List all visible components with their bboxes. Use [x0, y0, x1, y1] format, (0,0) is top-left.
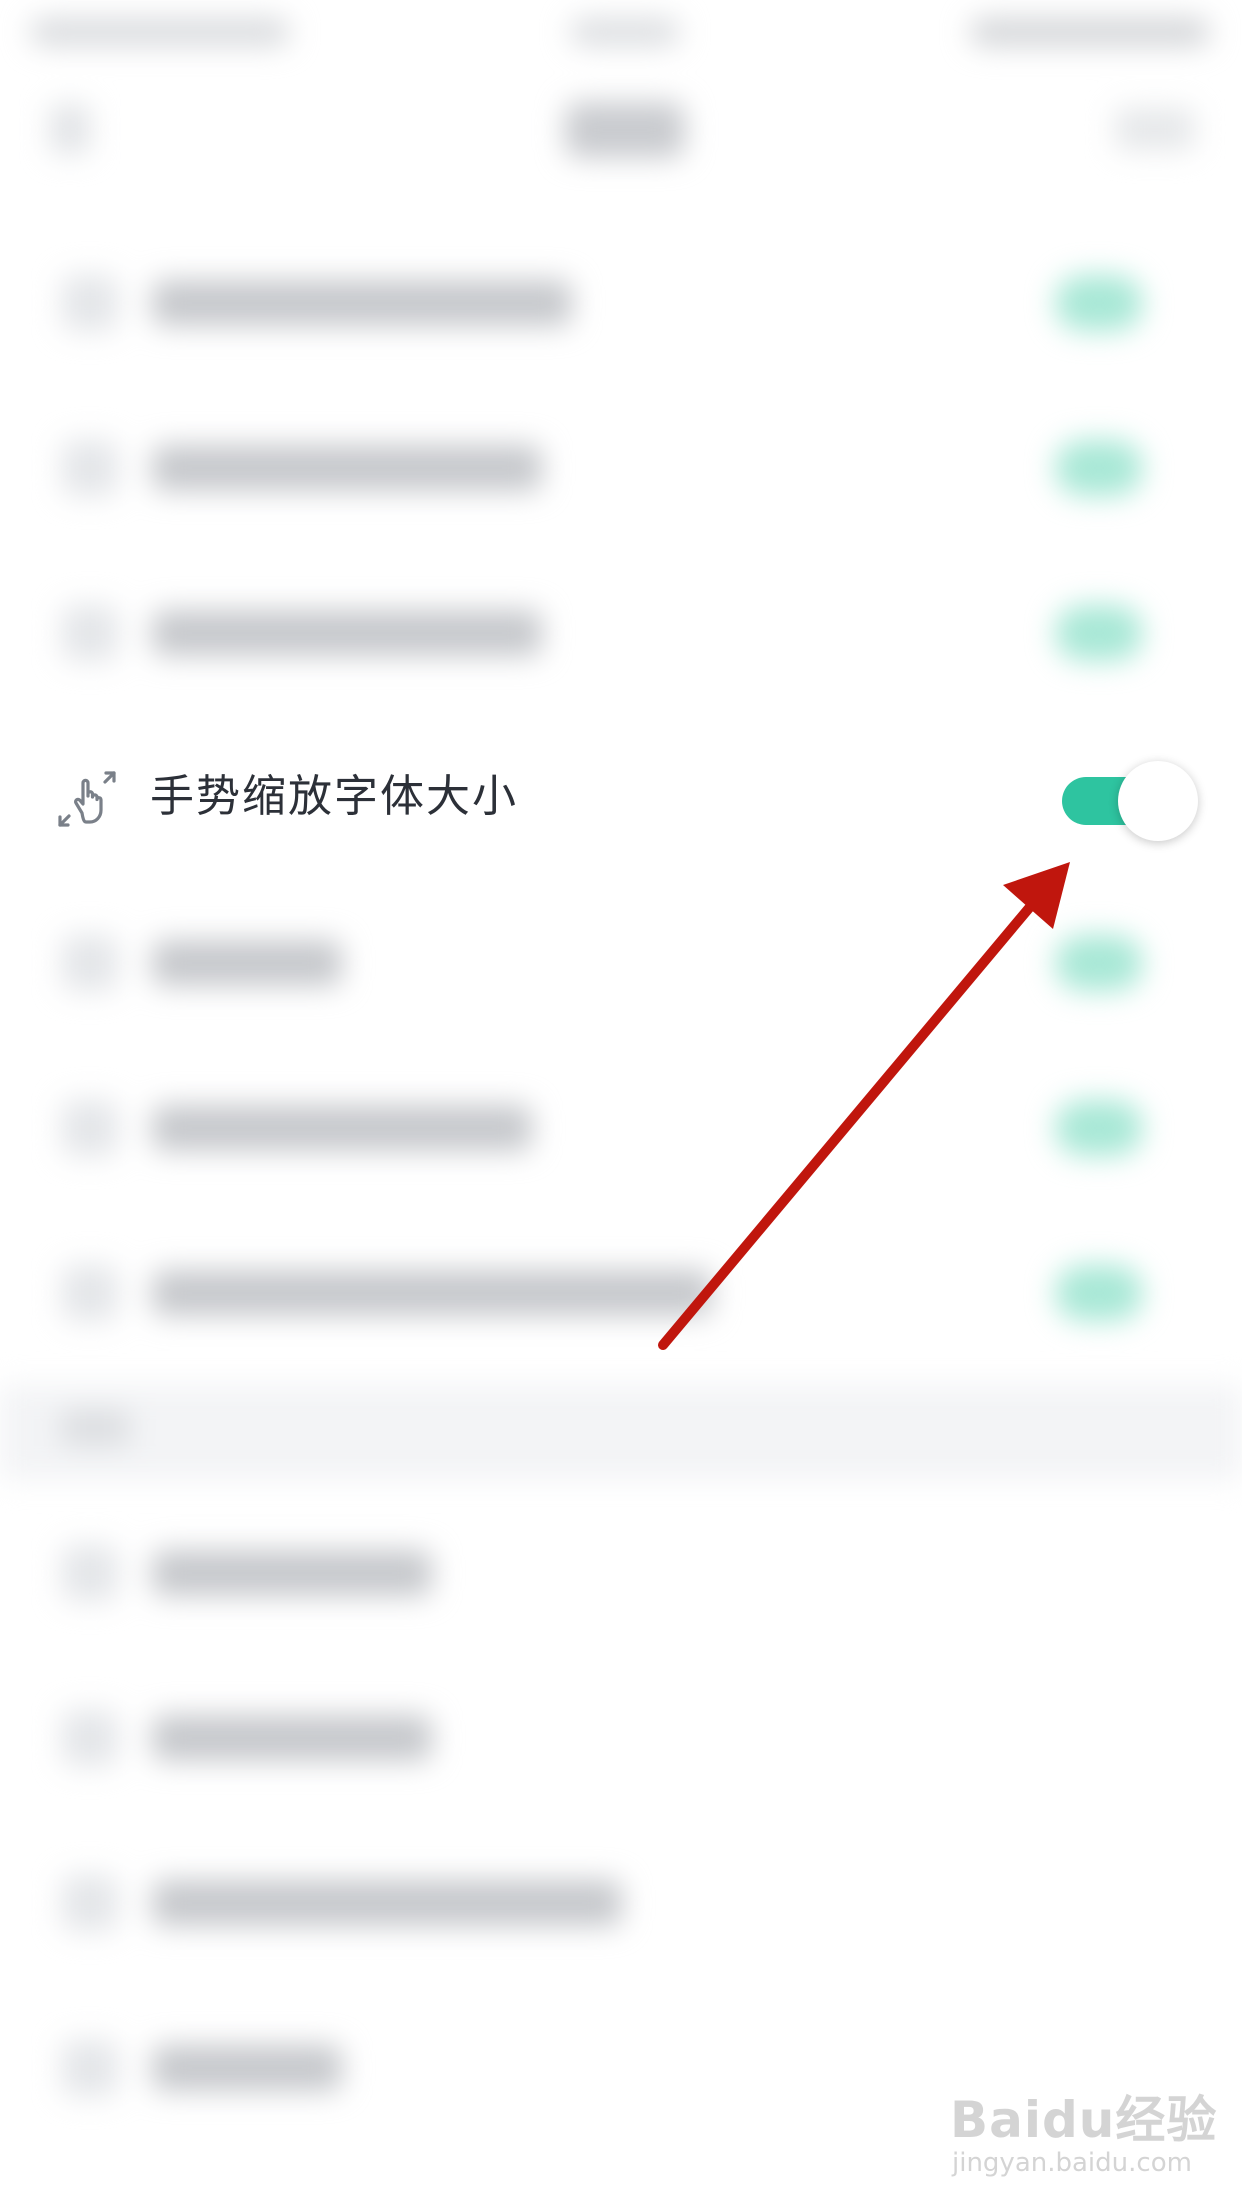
row-icon-blur	[62, 1100, 118, 1156]
watermark-url: jingyan.baidu.com	[952, 2148, 1192, 2178]
settings-row-blurred[interactable]	[0, 385, 1242, 550]
row-label-blur	[152, 610, 542, 656]
row-label-blur	[152, 1880, 622, 1926]
toggle-blur[interactable]	[1055, 935, 1143, 991]
row-icon-blur	[62, 1545, 118, 1601]
annotation-arrow	[658, 862, 1070, 1350]
status-bar	[0, 0, 1242, 64]
section-header-blur	[60, 1410, 130, 1446]
row-label-blur	[152, 280, 572, 326]
row-label-blur	[152, 1550, 432, 1596]
toggle-blur[interactable]	[1055, 275, 1143, 331]
settings-row-blurred[interactable]	[0, 1495, 1242, 1660]
status-bar-left-blur	[30, 18, 290, 46]
annotation-arrow-shaft	[658, 890, 1045, 1350]
toggle-blur[interactable]	[1055, 1265, 1143, 1321]
toggle-knob[interactable]	[1118, 761, 1198, 841]
toggle-blur[interactable]	[1055, 1100, 1143, 1156]
row-label-blur	[152, 1715, 432, 1761]
baidu-jingyan-watermark: Baidu经验 jingyan.baidu.com	[950, 2070, 1216, 2190]
row-icon-blur	[62, 1875, 118, 1931]
gesture-zoom-toggle[interactable]	[1062, 761, 1198, 841]
watermark-brand: Baidu经验	[950, 2091, 1218, 2149]
row-label-blur	[152, 940, 342, 986]
row-label: 手势缩放字体大小	[150, 771, 518, 822]
row-icon-blur	[62, 1710, 118, 1766]
row-icon-blur	[62, 935, 118, 991]
settings-row-blurred[interactable]	[0, 880, 1242, 1045]
row-label-blur	[152, 2045, 342, 2091]
settings-row-blurred[interactable]	[0, 1660, 1242, 1825]
row-icon-blur	[62, 440, 118, 496]
page-title-blur	[565, 102, 685, 158]
status-bar-right-blur	[970, 18, 1210, 46]
settings-row-blurred[interactable]	[0, 1045, 1242, 1210]
blurred-background	[0, 0, 1242, 2208]
settings-row-blurred[interactable]	[0, 220, 1242, 385]
row-icon-blur	[62, 1265, 118, 1321]
row-label-blur	[152, 1105, 532, 1151]
toggle-blur[interactable]	[1055, 440, 1143, 496]
gesture-zoom-font-size-row[interactable]: 手势缩放字体大小	[0, 715, 1242, 880]
row-icon-blur	[62, 2040, 118, 2096]
row-icon-blur	[62, 605, 118, 661]
settings-row-blurred[interactable]	[0, 550, 1242, 715]
pinch-zoom-gesture-icon	[56, 767, 120, 831]
back-icon[interactable]	[50, 104, 90, 154]
row-label-blur	[152, 1270, 712, 1316]
nav-action-blur[interactable]	[1115, 108, 1195, 150]
settings-row-blurred[interactable]	[0, 1825, 1242, 1990]
section-divider	[0, 1385, 1242, 1480]
settings-row-blurred[interactable]	[0, 1210, 1242, 1375]
toggle-blur[interactable]	[1055, 605, 1143, 661]
status-bar-time-blur	[570, 18, 680, 46]
row-icon-blur	[62, 275, 118, 331]
nav-bar	[0, 64, 1242, 194]
row-label-blur	[152, 445, 542, 491]
